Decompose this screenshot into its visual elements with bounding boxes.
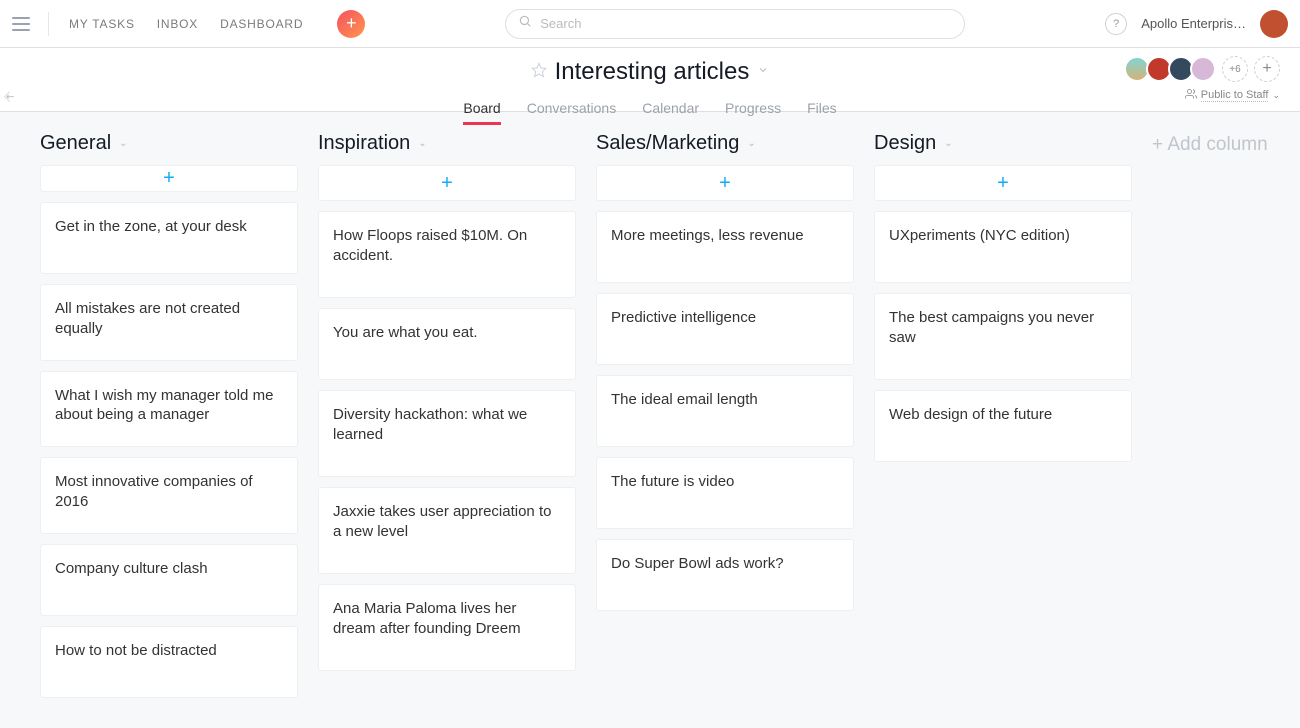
privacy-icon bbox=[1185, 88, 1197, 103]
add-member-button[interactable]: + bbox=[1254, 56, 1280, 82]
nav-dashboard[interactable]: DASHBOARD bbox=[218, 13, 305, 35]
search-box[interactable] bbox=[505, 9, 965, 39]
chevron-down-icon: ⌄ bbox=[944, 138, 952, 149]
card[interactable]: How Floops raised $10M. On accident. bbox=[318, 211, 576, 298]
privacy-toggle[interactable]: Public to Staff ⌄ bbox=[1185, 88, 1280, 103]
column-header[interactable]: Design ⌄ bbox=[874, 132, 1132, 155]
tab-files[interactable]: Files bbox=[807, 94, 837, 125]
topbar: MY TASKS INBOX DASHBOARD + ? Apollo Ente… bbox=[0, 0, 1300, 48]
card[interactable]: Company culture clash bbox=[40, 544, 298, 616]
card[interactable]: The future is video bbox=[596, 457, 854, 529]
workspace-label[interactable]: Apollo Enterpris… bbox=[1141, 16, 1246, 31]
members-row: +6 + bbox=[1130, 56, 1280, 82]
search-input[interactable] bbox=[540, 16, 952, 31]
card[interactable]: Jaxxie takes user appreciation to a new … bbox=[318, 487, 576, 574]
privacy-label: Public to Staff bbox=[1201, 89, 1269, 102]
column-design: Design ⌄ + UXperiments (NYC edition) The… bbox=[874, 132, 1132, 708]
column-title: Inspiration bbox=[318, 132, 410, 155]
chevron-down-icon: ⌄ bbox=[1272, 90, 1280, 101]
help-button[interactable]: ? bbox=[1105, 13, 1127, 35]
card[interactable]: You are what you eat. bbox=[318, 308, 576, 380]
search-wrapper bbox=[365, 9, 1105, 39]
divider bbox=[48, 12, 49, 36]
card[interactable]: Most innovative companies of 2016 bbox=[40, 457, 298, 534]
tab-progress[interactable]: Progress bbox=[725, 94, 781, 125]
column-header[interactable]: Inspiration ⌄ bbox=[318, 132, 576, 155]
title-row: Interesting articles bbox=[20, 58, 1280, 86]
column-header[interactable]: Sales/Marketing ⌄ bbox=[596, 132, 854, 155]
tab-calendar[interactable]: Calendar bbox=[642, 94, 699, 125]
project-title: Interesting articles bbox=[555, 58, 750, 86]
column-title: Sales/Marketing bbox=[596, 132, 739, 155]
hamburger-icon[interactable] bbox=[12, 17, 30, 31]
project-menu-chevron-icon[interactable] bbox=[757, 63, 769, 81]
card[interactable]: Predictive intelligence bbox=[596, 293, 854, 365]
card[interactable]: Get in the zone, at your desk bbox=[40, 202, 298, 274]
chevron-down-icon: ⌄ bbox=[418, 138, 426, 149]
project-header: ⇱ Interesting articles Board Conversatio… bbox=[0, 48, 1300, 112]
add-card-button[interactable]: + bbox=[874, 165, 1132, 201]
star-icon[interactable] bbox=[531, 62, 547, 83]
column-header[interactable]: General ⌄ bbox=[40, 132, 298, 155]
board: General ⌄ + Get in the zone, at your des… bbox=[0, 112, 1300, 728]
add-column-button[interactable]: + Add column bbox=[1152, 132, 1268, 708]
nav-my-tasks[interactable]: MY TASKS bbox=[67, 13, 137, 35]
search-icon bbox=[518, 14, 532, 33]
card[interactable]: The best campaigns you never saw bbox=[874, 293, 1132, 380]
project-tabs: Board Conversations Calendar Progress Fi… bbox=[20, 94, 1280, 125]
chevron-down-icon: ⌄ bbox=[119, 138, 127, 149]
topbar-right: ? Apollo Enterpris… bbox=[1105, 10, 1288, 38]
column-title: General bbox=[40, 132, 111, 155]
tab-conversations[interactable]: Conversations bbox=[527, 94, 617, 125]
card[interactable]: Diversity hackathon: what we learned bbox=[318, 390, 576, 477]
member-avatar[interactable] bbox=[1190, 56, 1216, 82]
user-avatar[interactable] bbox=[1260, 10, 1288, 38]
member-overflow-count[interactable]: +6 bbox=[1222, 56, 1248, 82]
card[interactable]: Ana Maria Paloma lives her dream after f… bbox=[318, 584, 576, 671]
card[interactable]: What I wish my manager told me about bei… bbox=[40, 371, 298, 448]
column-inspiration: Inspiration ⌄ + How Floops raised $10M. … bbox=[318, 132, 576, 708]
column-general: General ⌄ + Get in the zone, at your des… bbox=[40, 132, 298, 708]
card[interactable]: How to not be distracted bbox=[40, 626, 298, 698]
expand-sidebar-icon[interactable]: ⇱ bbox=[3, 91, 17, 105]
card[interactable]: All mistakes are not created equally bbox=[40, 284, 298, 361]
column-title: Design bbox=[874, 132, 936, 155]
add-card-button[interactable]: + bbox=[596, 165, 854, 201]
card[interactable]: Do Super Bowl ads work? bbox=[596, 539, 854, 611]
card[interactable]: UXperiments (NYC edition) bbox=[874, 211, 1132, 283]
add-task-button[interactable]: + bbox=[337, 10, 365, 38]
tab-board[interactable]: Board bbox=[463, 94, 500, 125]
nav-inbox[interactable]: INBOX bbox=[155, 13, 200, 35]
card[interactable]: The ideal email length bbox=[596, 375, 854, 447]
topbar-left: MY TASKS INBOX DASHBOARD + bbox=[12, 10, 365, 38]
add-card-button[interactable]: + bbox=[40, 165, 298, 192]
add-card-button[interactable]: + bbox=[318, 165, 576, 201]
chevron-down-icon: ⌄ bbox=[747, 138, 755, 149]
card[interactable]: Web design of the future bbox=[874, 390, 1132, 462]
card[interactable]: More meetings, less revenue bbox=[596, 211, 854, 283]
column-sales-marketing: Sales/Marketing ⌄ + More meetings, less … bbox=[596, 132, 854, 708]
